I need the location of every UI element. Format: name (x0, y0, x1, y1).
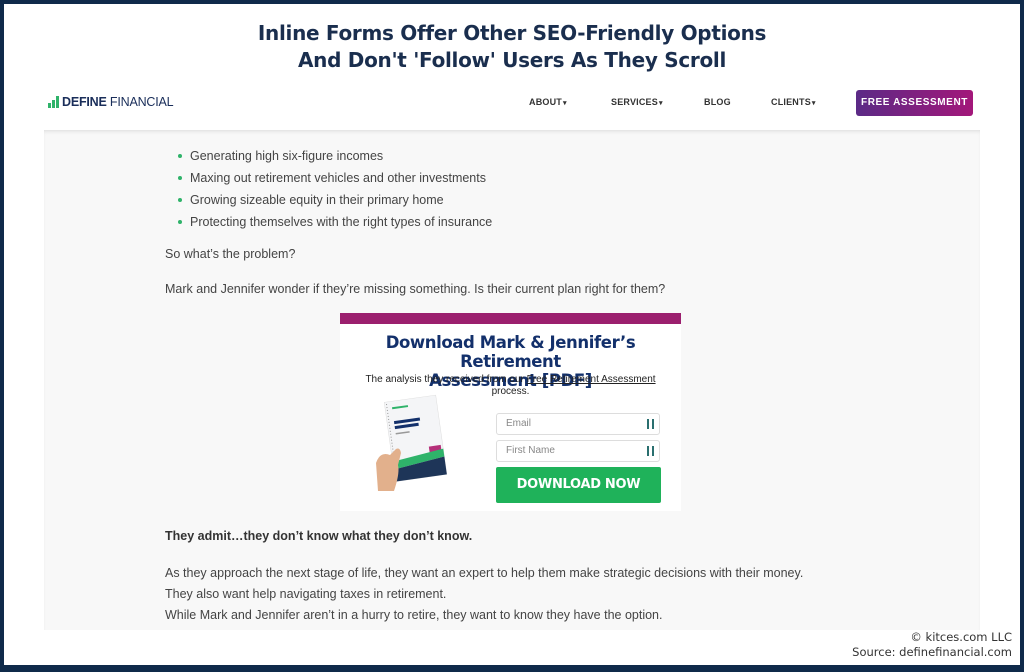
problem-question: So what’s the problem? (165, 247, 296, 261)
download-now-button[interactable]: DOWNLOAD NOW (496, 467, 661, 503)
chevron-down-icon: ▾ (563, 100, 567, 107)
nav-item-clients[interactable]: CLIENTS▾ (771, 97, 816, 107)
retirement-assessment-book-image (376, 394, 448, 491)
slide-title: Inline Forms Offer Other SEO-Friendly Op… (4, 20, 1020, 74)
site-header: DEFINE FINANCIAL ABOUT▾ SERVICES▾ BLOG C… (40, 80, 980, 128)
benefits-list: Generating high six-figure incomes Maxin… (178, 145, 492, 233)
autofill-icon[interactable] (647, 446, 654, 456)
site-logo[interactable]: DEFINE FINANCIAL (48, 95, 174, 109)
chevron-down-icon: ▾ (811, 100, 816, 107)
nav-item-services[interactable]: SERVICES▾ (611, 97, 663, 107)
bullet-icon (178, 198, 182, 202)
form-accent-bar (340, 313, 681, 324)
list-item: Maxing out retirement vehicles and other… (178, 167, 492, 189)
first-name-input[interactable]: First Name (496, 440, 660, 462)
list-item: Growing sizeable equity in their primary… (178, 189, 492, 211)
nav-item-blog[interactable]: BLOG (704, 97, 731, 107)
slide-footer: © kitces.com LLC Source: definefinancial… (852, 630, 1012, 660)
logo-bars-icon (48, 96, 59, 108)
slide-title-line-1: Inline Forms Offer Other SEO-Friendly Op… (257, 21, 767, 45)
list-item: Protecting themselves with the right typ… (178, 211, 492, 233)
closing-paragraph: As they approach the next stage of life,… (165, 566, 804, 622)
admit-paragraph: They admit…they don’t know what they don… (165, 529, 473, 543)
email-input[interactable]: Email (496, 413, 660, 435)
free-retirement-assessment-link[interactable]: Free Retirement Assessment (527, 374, 656, 385)
free-assessment-button[interactable]: FREE ASSESSMENT (856, 90, 973, 116)
nav-item-about[interactable]: ABOUT▾ (529, 97, 567, 107)
bullet-icon (178, 176, 182, 180)
source-text: Source: definefinancial.com (852, 645, 1012, 659)
inline-download-form: Download Mark & Jennifer’s Retirement As… (340, 313, 681, 511)
article-content: Generating high six-figure incomes Maxin… (44, 130, 980, 630)
wonder-paragraph: Mark and Jennifer wonder if they’re miss… (165, 282, 666, 296)
autofill-icon[interactable] (647, 419, 654, 429)
copyright-text: © kitces.com LLC (910, 630, 1012, 644)
slide-title-line-2: And Don't 'Follow' Users As They Scroll (297, 48, 727, 72)
logo-text: DEFINE FINANCIAL (62, 95, 174, 109)
bullet-icon (178, 154, 182, 158)
chevron-down-icon: ▾ (658, 100, 663, 107)
list-item: Generating high six-figure incomes (178, 145, 492, 167)
bullet-icon (178, 220, 182, 224)
